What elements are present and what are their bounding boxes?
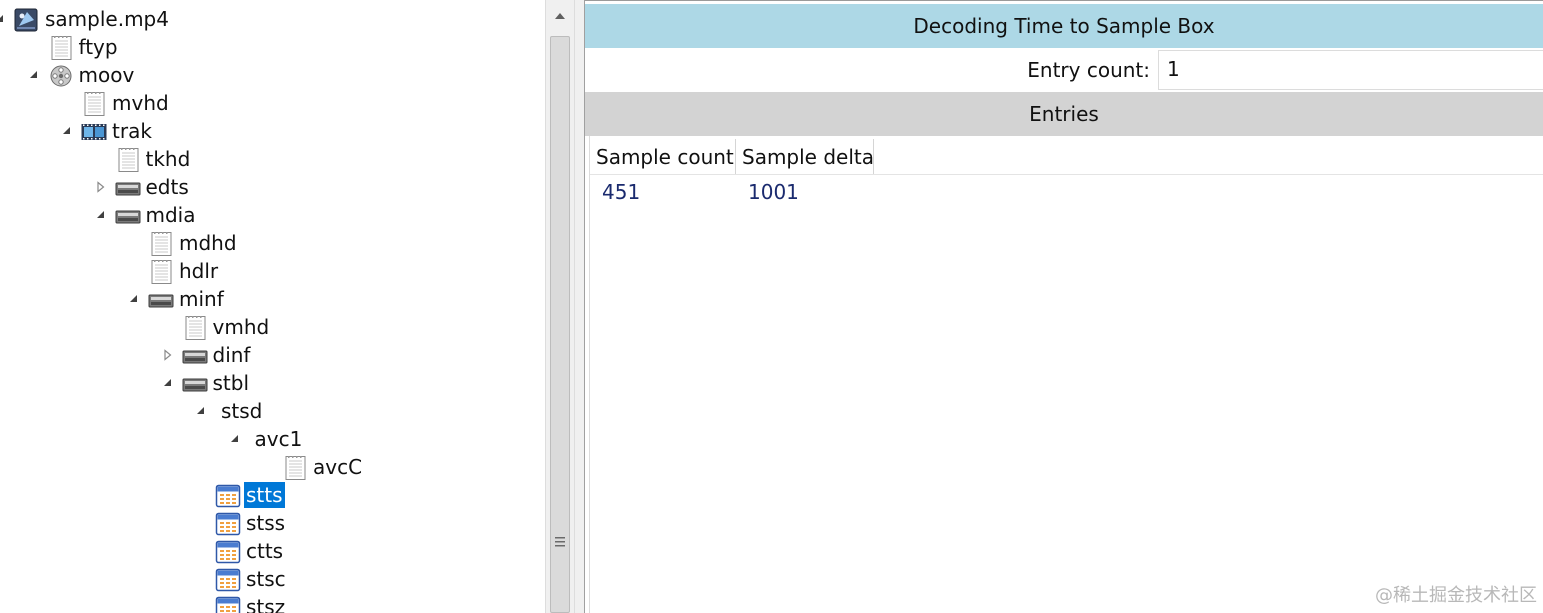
entries-section-header: Entries — [585, 92, 1543, 136]
table-row[interactable]: 451 1001 — [590, 176, 1543, 208]
expanded-arrow-icon[interactable] — [161, 376, 175, 390]
tree-node-mdia[interactable]: mdia — [0, 201, 545, 229]
column-header-sample-count[interactable]: Sample count — [590, 139, 736, 174]
tree-node-label[interactable]: stbl — [211, 370, 252, 396]
tree-node-label[interactable]: stsc — [244, 566, 288, 592]
tree-node-label[interactable]: edts — [144, 174, 191, 200]
scroll-up-arrow-icon[interactable] — [551, 6, 569, 26]
column-header-sample-delta[interactable]: Sample delta — [736, 139, 874, 174]
table-icon — [215, 484, 241, 508]
table-icon — [215, 568, 241, 592]
tree-node-label[interactable]: stsd — [219, 398, 264, 424]
document-icon — [48, 36, 74, 60]
scrollbar-thumb[interactable] — [550, 36, 570, 613]
expanded-arrow-icon[interactable] — [127, 292, 141, 306]
table-icon — [215, 512, 241, 536]
watermark: @稀土掘金技术社区 — [1375, 585, 1537, 606]
document-icon — [282, 456, 308, 480]
tree-node-label[interactable]: vmhd — [211, 314, 272, 340]
tree-node-ftyp[interactable]: ftyp — [0, 33, 545, 61]
tree-node-moov[interactable]: moov — [0, 61, 545, 89]
expanded-arrow-icon[interactable] — [27, 68, 41, 82]
tree-node-label[interactable]: stts — [244, 482, 285, 508]
document-icon — [148, 260, 174, 284]
expanded-arrow-icon[interactable] — [94, 208, 108, 222]
app-window: sample.mp4 ftyp moov mvhd trak tkhd edts mdia md… — [0, 0, 1543, 613]
tree-node-mvhd[interactable]: mvhd — [0, 89, 545, 117]
box-detail-panel: Decoding Time to Sample Box Entry count:… — [585, 0, 1543, 613]
entries-grid[interactable]: Sample count Sample delta 451 1001 — [589, 136, 1543, 613]
tree-scrollbar[interactable] — [545, 0, 575, 613]
movie-reel-icon — [48, 64, 74, 88]
document-icon — [182, 316, 208, 340]
tree-node-vmhd[interactable]: vmhd — [0, 313, 545, 341]
container-box-icon — [115, 176, 141, 200]
document-icon — [115, 148, 141, 172]
grid-header-row: Sample count Sample delta — [590, 139, 1543, 175]
tree-node-stts[interactable]: stts — [0, 481, 545, 509]
container-box-icon — [182, 344, 208, 368]
tree-node-label[interactable]: moov — [77, 62, 137, 88]
tree-node-avcc[interactable]: avcC — [0, 453, 545, 481]
tree-node-label[interactable]: stss — [244, 510, 287, 536]
pane-splitter[interactable] — [575, 0, 585, 613]
tree-node-label[interactable]: avcC — [311, 454, 364, 480]
tree-node-label[interactable]: tkhd — [144, 146, 193, 172]
expanded-arrow-icon[interactable] — [0, 12, 7, 26]
collapsed-arrow-icon[interactable] — [161, 348, 175, 362]
tree-node-label[interactable]: hdlr — [177, 258, 220, 284]
container-box-icon — [148, 288, 174, 312]
document-icon — [81, 92, 107, 116]
tree-node-ctts[interactable]: ctts — [0, 537, 545, 565]
tree-node-label[interactable]: minf — [177, 286, 226, 312]
tree-node-stsc[interactable]: stsc — [0, 565, 545, 593]
tree-node-avc1[interactable]: avc1 — [0, 425, 545, 453]
tree-node-label[interactable]: ftyp — [77, 34, 120, 60]
box-tree-view[interactable]: sample.mp4 ftyp moov mvhd trak tkhd edts mdia md… — [0, 0, 545, 613]
expanded-arrow-icon[interactable] — [194, 404, 208, 418]
expanded-arrow-icon[interactable] — [228, 432, 242, 446]
cell-sample-count: 451 — [602, 180, 641, 204]
video-file-icon — [14, 8, 40, 32]
table-icon — [215, 540, 241, 564]
expanded-arrow-icon[interactable] — [60, 124, 74, 138]
tree-node-trak[interactable]: trak — [0, 117, 545, 145]
tree-node-label[interactable]: ctts — [244, 538, 285, 564]
tree-node-sample-mp4[interactable]: sample.mp4 — [0, 5, 545, 33]
tree-node-edts[interactable]: edts — [0, 173, 545, 201]
box-title: Decoding Time to Sample Box — [585, 4, 1543, 48]
collapsed-arrow-icon[interactable] — [94, 180, 108, 194]
container-box-icon — [115, 204, 141, 228]
tree-node-tkhd[interactable]: tkhd — [0, 145, 545, 173]
tree-node-stsz[interactable]: stsz — [0, 593, 545, 613]
tree-node-label[interactable]: mdhd — [177, 230, 239, 256]
tree-node-mdhd[interactable]: mdhd — [0, 229, 545, 257]
entry-count-label: Entry count: — [1027, 58, 1150, 82]
film-strip-icon — [81, 120, 107, 144]
entry-count-field[interactable]: 1 — [1158, 50, 1543, 90]
tree-node-label[interactable]: stsz — [244, 594, 287, 613]
entry-count-row: Entry count: 1 — [585, 48, 1543, 92]
cell-sample-delta: 1001 — [748, 180, 799, 204]
tree-node-label[interactable]: dinf — [211, 342, 253, 368]
document-icon — [148, 232, 174, 256]
tree-node-stsd[interactable]: stsd — [0, 397, 545, 425]
tree-node-label[interactable]: sample.mp4 — [43, 6, 171, 32]
container-box-icon — [182, 372, 208, 396]
tree-node-hdlr[interactable]: hdlr — [0, 257, 545, 285]
tree-node-label[interactable]: trak — [110, 118, 154, 144]
tree-node-stbl[interactable]: stbl — [0, 369, 545, 397]
tree-node-label[interactable]: mdia — [144, 202, 198, 228]
tree-node-label[interactable]: avc1 — [253, 426, 305, 452]
tree-node-minf[interactable]: minf — [0, 285, 545, 313]
grip-icon — [555, 533, 565, 547]
tree-node-label[interactable]: mvhd — [110, 90, 171, 116]
tree-node-stss[interactable]: stss — [0, 509, 545, 537]
table-icon — [215, 596, 241, 613]
tree-node-dinf[interactable]: dinf — [0, 341, 545, 369]
